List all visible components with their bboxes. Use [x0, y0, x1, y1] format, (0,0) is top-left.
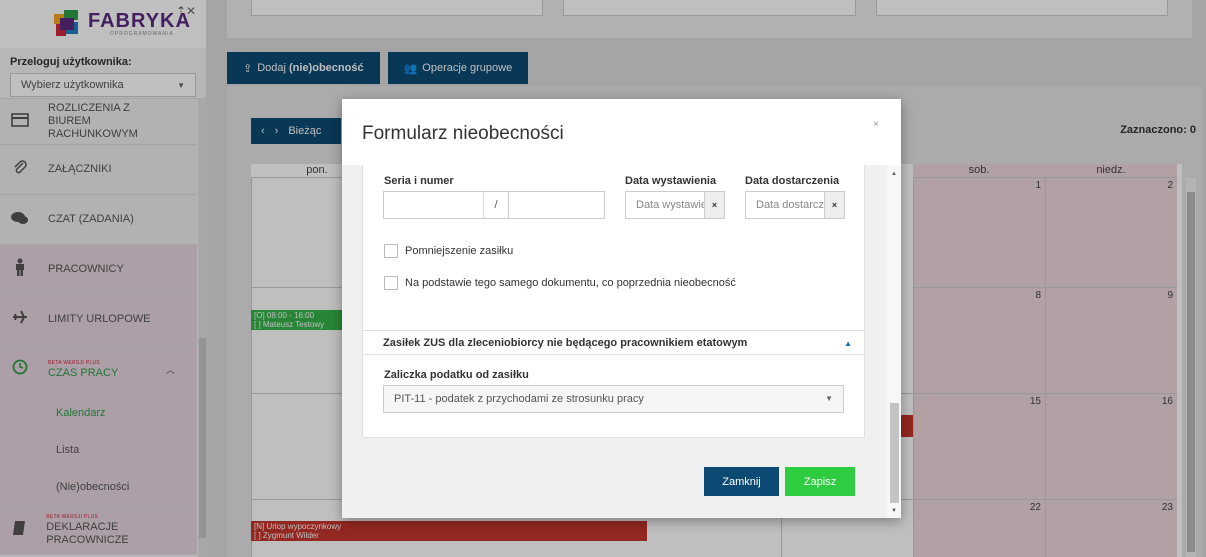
- scroll-up-icon[interactable]: ▲: [891, 171, 897, 177]
- modal-title: Formularz nieobecności: [362, 123, 564, 144]
- reduce-benefit-label: Pomniejszenie zasiłku: [405, 245, 514, 257]
- tax-label: Zaliczka podatku od zasiłku: [384, 369, 529, 381]
- scroll-thumb[interactable]: [890, 403, 899, 503]
- zus-benefit-card: Zasiłek ZUS dla zleceniobiorcy nie będąc…: [362, 330, 865, 438]
- issue-date-input[interactable]: Data wystawie ×: [625, 191, 725, 219]
- reduce-benefit-checkbox[interactable]: [384, 244, 398, 258]
- series-input[interactable]: [384, 192, 484, 218]
- clear-delivery-date-icon[interactable]: ×: [824, 192, 844, 218]
- series-separator: /: [494, 199, 498, 211]
- modal-scrollbar[interactable]: ▲ ▼: [887, 165, 901, 518]
- delivery-date-input[interactable]: Data dostarcz ×: [745, 191, 845, 219]
- tax-select[interactable]: PIT-11 - podatek z przychodami ze strosu…: [383, 385, 844, 413]
- modal-body: Seria i numer / Data wystawienia Data wy…: [342, 165, 901, 518]
- collapse-icon[interactable]: ▲: [844, 339, 852, 348]
- same-document-label: Na podstawie tego samego dokumentu, co p…: [405, 277, 736, 289]
- close-button[interactable]: Zamknij: [704, 467, 779, 496]
- section-header[interactable]: Zasiłek ZUS dla zleceniobiorcy nie będąc…: [363, 331, 864, 355]
- issue-date-label: Data wystawienia: [625, 175, 717, 187]
- delivery-date-label: Data dostarczenia: [745, 175, 840, 187]
- save-button[interactable]: Zapisz: [785, 467, 855, 496]
- tax-select-value: PIT-11 - podatek z przychodami ze strosu…: [394, 393, 644, 405]
- clear-issue-date-icon[interactable]: ×: [704, 192, 724, 218]
- same-document-checkbox[interactable]: [384, 276, 398, 290]
- series-number-input[interactable]: /: [383, 191, 605, 219]
- scroll-down-icon[interactable]: ▼: [891, 508, 897, 514]
- absence-form-modal: Formularz nieobecności × Seria i numer /…: [342, 99, 901, 518]
- caret-down-icon: ▼: [825, 394, 833, 403]
- close-icon[interactable]: ×: [873, 119, 879, 130]
- section-title: Zasiłek ZUS dla zleceniobiorcy nie będąc…: [383, 337, 748, 349]
- number-input[interactable]: [508, 192, 604, 218]
- series-label: Seria i numer: [384, 175, 454, 187]
- document-card: Seria i numer / Data wystawienia Data wy…: [362, 165, 865, 343]
